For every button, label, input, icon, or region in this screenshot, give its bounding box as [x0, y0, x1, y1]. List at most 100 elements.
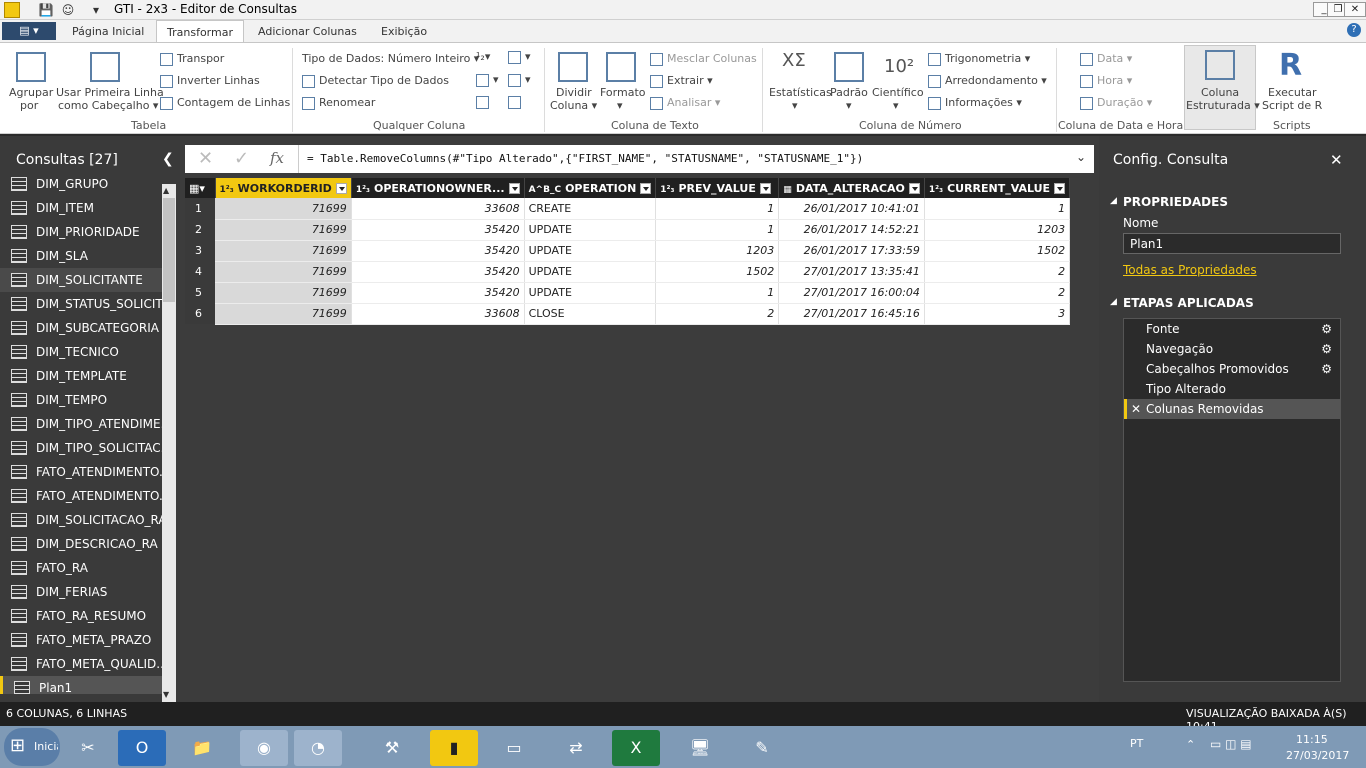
parse-button[interactable]: Analisar ▾ — [650, 96, 720, 110]
tab-view[interactable]: Exibição — [371, 20, 437, 43]
reverse-rows-button[interactable]: Inverter Linhas — [160, 74, 260, 88]
information-button[interactable]: Informações ▾ — [928, 96, 1022, 110]
query-item[interactable]: DIM_GRUPO — [0, 172, 162, 196]
query-item[interactable]: DIM_PRIORIDADE — [0, 220, 162, 244]
column-header[interactable]: ▦ DATA_ALTERACAO — [778, 178, 925, 198]
unpivot-button[interactable] — [476, 95, 493, 109]
sync-icon[interactable]: ⇄ — [552, 730, 600, 766]
language-indicator[interactable]: PT — [1130, 737, 1143, 750]
cell[interactable]: 71699 — [215, 198, 352, 220]
help-icon[interactable]: ? — [1347, 23, 1361, 37]
column-filter-dropdown-icon[interactable] — [640, 183, 652, 194]
column-type-icon[interactable]: 1²₃ — [929, 185, 943, 195]
move-button[interactable] — [508, 95, 525, 109]
transpose-button[interactable]: Transpor — [160, 52, 224, 66]
network-computer-icon[interactable]: 🖥 — [676, 730, 724, 766]
cell[interactable]: 27/01/2017 16:45:16 — [778, 303, 925, 325]
column-header[interactable]: 1²₃ PREV_VALUE — [655, 178, 780, 198]
applied-step[interactable]: Cabeçalhos Promovidos ⚙ — [1124, 359, 1340, 379]
cell[interactable]: 3 — [924, 303, 1071, 325]
cell[interactable]: 1 — [655, 219, 780, 241]
save-icon[interactable]: 💾 — [38, 2, 54, 18]
column-type-icon[interactable]: 1²₃ — [356, 185, 370, 195]
cell[interactable]: 1203 — [924, 219, 1071, 241]
file-explorer-icon[interactable]: 📁 — [178, 730, 226, 766]
column-type-icon[interactable]: A^B_C — [529, 185, 561, 195]
column-filter-dropdown-icon[interactable] — [1054, 183, 1066, 194]
cell[interactable]: 26/01/2017 17:33:59 — [778, 240, 925, 262]
column-type-icon[interactable]: 1²₃ — [220, 185, 234, 195]
query-item[interactable]: Plan1 — [0, 676, 162, 694]
cell[interactable]: 1 — [655, 198, 780, 220]
cell[interactable]: CLOSE — [524, 303, 657, 325]
fill-button[interactable]: ▾ — [508, 50, 531, 64]
outlook-icon[interactable]: O — [118, 730, 166, 766]
cell[interactable]: 2 — [924, 282, 1071, 304]
query-item[interactable]: FATO_RA_RESUMO — [0, 604, 162, 628]
step-settings-gear-icon[interactable]: ⚙ — [1321, 359, 1332, 379]
collapse-steps-icon[interactable]: ◢ — [1110, 297, 1117, 307]
close-window-button[interactable]: ✕ — [1344, 2, 1366, 17]
cell[interactable]: 1 — [655, 282, 780, 304]
tab-home[interactable]: Página Inicial — [62, 20, 154, 43]
split-column-button[interactable]: Dividir — [556, 86, 592, 99]
chrome-icon[interactable]: ◉ — [240, 730, 288, 766]
query-item[interactable]: DIM_DESCRICAO_RA — [0, 532, 162, 556]
remote-desktop-icon[interactable]: ▭ — [490, 730, 538, 766]
query-item[interactable]: DIM_TIPO_SOLICITAC... — [0, 436, 162, 460]
applied-step[interactable]: Fonte ⚙ — [1124, 319, 1340, 339]
date-button[interactable]: Data ▾ — [1080, 52, 1132, 66]
query-item[interactable]: DIM_FERIAS — [0, 580, 162, 604]
cell[interactable]: 2 — [655, 303, 780, 325]
column-filter-dropdown-icon[interactable] — [335, 183, 347, 194]
column-filter-dropdown-icon[interactable] — [908, 183, 920, 194]
query-item[interactable]: DIM_STATUS_SOLICIT... — [0, 292, 162, 316]
applied-step[interactable]: ✕ Colunas Removidas — [1124, 399, 1340, 419]
notepad-icon[interactable]: ✎ — [738, 730, 786, 766]
smiley-feedback-icon[interactable]: ☺ — [60, 2, 76, 18]
cell[interactable]: 27/01/2017 13:35:41 — [778, 261, 925, 283]
column-header[interactable]: 1²₃ CURRENT_VALUE — [924, 178, 1071, 198]
tools-icon[interactable]: ⚒ — [368, 730, 416, 766]
scroll-up-icon[interactable]: ▲ — [163, 186, 169, 195]
query-item[interactable]: DIM_SOLICITACAO_RA — [0, 508, 162, 532]
table-menu-icon[interactable]: ▦▾ — [185, 178, 216, 198]
cell[interactable]: 27/01/2017 16:00:04 — [778, 282, 925, 304]
tray-icons[interactable]: ▭ ◫ ▤ — [1210, 737, 1252, 751]
query-item[interactable]: FATO_RA — [0, 556, 162, 580]
snipping-tool-icon[interactable]: ✂ — [64, 730, 112, 766]
file-menu-button[interactable]: ▤ ▾ — [2, 22, 56, 40]
cell[interactable]: 35420 — [351, 240, 525, 262]
use-first-row-button[interactable]: Usar Primeira Linha — [56, 86, 164, 99]
close-settings-icon[interactable]: ✕ — [1330, 151, 1343, 169]
commit-formula-icon[interactable]: ✓ — [234, 148, 249, 169]
collapse-properties-icon[interactable]: ◢ — [1110, 196, 1117, 206]
column-header[interactable]: 1²₃ OPERATIONOWNER... — [351, 178, 525, 198]
column-filter-dropdown-icon[interactable] — [759, 183, 771, 194]
cell[interactable]: UPDATE — [524, 219, 657, 241]
query-item[interactable]: DIM_SLA — [0, 244, 162, 268]
excel-icon[interactable]: X — [612, 730, 660, 766]
tab-add-column[interactable]: Adicionar Colunas — [248, 20, 367, 43]
data-type-dropdown[interactable]: Tipo de Dados: Número Inteiro ▾ — [302, 52, 479, 65]
format-button[interactable]: Formato — [600, 86, 646, 99]
delete-step-icon[interactable]: ✕ — [1131, 399, 1141, 419]
fill-down-button[interactable]: ▾ — [476, 73, 499, 87]
cell[interactable]: 1203 — [655, 240, 780, 262]
cell[interactable]: UPDATE — [524, 261, 657, 283]
expand-formula-icon[interactable]: ⌄ — [1076, 150, 1086, 164]
scientific-button[interactable]: Científico — [872, 86, 924, 99]
time-button[interactable]: Hora ▾ — [1080, 74, 1132, 88]
cell[interactable]: 35420 — [351, 219, 525, 241]
cell[interactable]: 71699 — [215, 219, 352, 241]
run-r-script-button[interactable]: Executar — [1268, 86, 1317, 99]
standard-button[interactable]: Padrão — [830, 86, 868, 99]
merge-columns-button[interactable]: Mesclar Colunas — [650, 52, 757, 66]
tab-transform[interactable]: Transformar — [156, 20, 244, 43]
quick-access-dropdown-icon[interactable]: ▾ — [88, 2, 104, 18]
cell[interactable]: 33608 — [351, 198, 525, 220]
cell[interactable]: 71699 — [215, 240, 352, 262]
cell[interactable]: UPDATE — [524, 282, 657, 304]
cell[interactable]: UPDATE — [524, 240, 657, 262]
step-settings-gear-icon[interactable]: ⚙ — [1321, 339, 1332, 359]
